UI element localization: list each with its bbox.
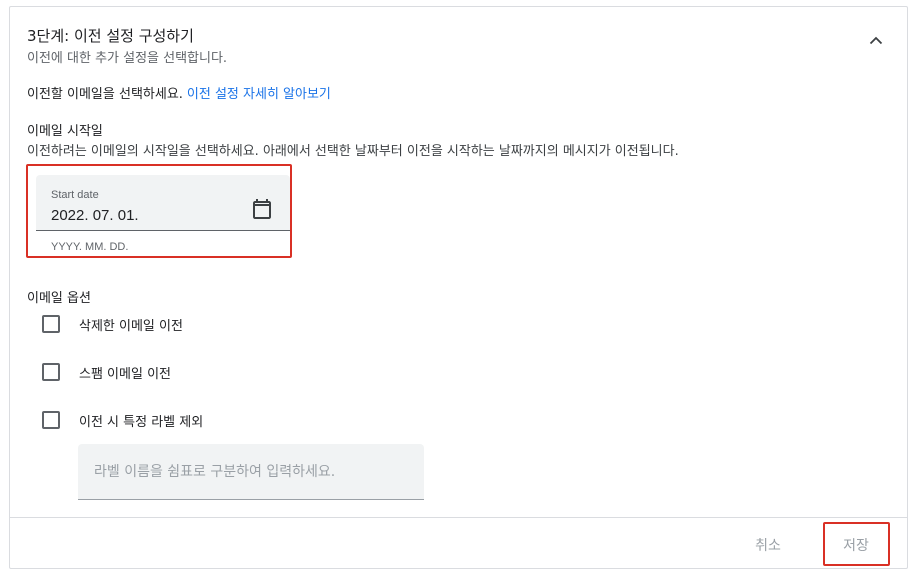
- cancel-button[interactable]: 취소: [738, 527, 798, 563]
- calendar-button[interactable]: [250, 197, 274, 221]
- start-date-section-title: 이메일 시작일: [27, 124, 103, 139]
- start-date-field[interactable]: Start date 2022. 07. 01.: [36, 175, 290, 231]
- save-button[interactable]: 저장: [826, 527, 886, 563]
- spam-email-checkbox[interactable]: [42, 363, 60, 381]
- option-spam-email[interactable]: 스팸 이메일 이전: [42, 360, 171, 384]
- exclude-labels-label: 이전 시 특정 라벨 제외: [79, 414, 204, 430]
- select-email-prompt: 이전할 이메일을 선택하세요. 이전 설정 자세히 알아보기: [27, 83, 331, 102]
- start-date-value[interactable]: 2022. 07. 01.: [51, 207, 139, 224]
- email-options-title: 이메일 옵션: [27, 291, 91, 306]
- start-date-label: Start date: [51, 189, 99, 201]
- select-email-text: 이전할 이메일을 선택하세요.: [27, 87, 183, 102]
- collapse-button[interactable]: [862, 26, 890, 54]
- deleted-email-checkbox[interactable]: [42, 315, 60, 333]
- date-format-hint: YYYY. MM. DD.: [51, 241, 129, 253]
- spam-email-label: 스팸 이메일 이전: [79, 366, 171, 382]
- option-deleted-email[interactable]: 삭제한 이메일 이전: [42, 312, 183, 336]
- settings-card: 3단계: 이전 설정 구성하기 이전에 대한 추가 설정을 선택합니다. 이전할…: [9, 6, 908, 569]
- label-names-input[interactable]: [78, 444, 424, 500]
- start-date-description: 이전하려는 이메일의 시작일을 선택하세요. 아래에서 선택한 날짜부터 이전을…: [27, 144, 679, 159]
- deleted-email-label: 삭제한 이메일 이전: [79, 318, 183, 334]
- step-subtitle: 이전에 대한 추가 설정을 선택합니다.: [27, 51, 228, 66]
- exclude-labels-checkbox[interactable]: [42, 411, 60, 429]
- step-title: 3단계: 이전 설정 구성하기: [27, 27, 194, 45]
- footer-divider: [10, 517, 907, 518]
- calendar-icon: [253, 199, 271, 219]
- option-exclude-labels[interactable]: 이전 시 특정 라벨 제외: [42, 408, 203, 432]
- chevron-up-icon: [869, 36, 883, 44]
- learn-more-link[interactable]: 이전 설정 자세히 알아보기: [187, 87, 331, 102]
